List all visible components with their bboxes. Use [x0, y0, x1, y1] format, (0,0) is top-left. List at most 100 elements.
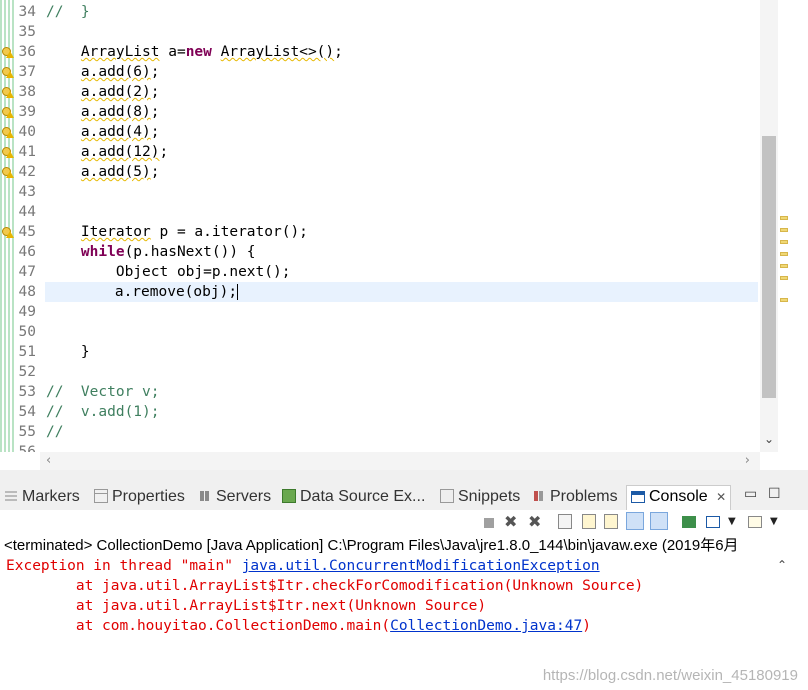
maximize-icon[interactable]: ☐ [768, 486, 781, 502]
editor-vertical-scrollbar[interactable]: ⌄ [760, 0, 778, 452]
quick-fix-warning-icon[interactable] [2, 87, 14, 98]
close-icon[interactable]: ✕ [716, 490, 726, 504]
quick-fix-warning-icon[interactable] [2, 127, 14, 138]
scrollbar-thumb[interactable] [762, 136, 776, 398]
code-token: new [185, 44, 212, 60]
code-line[interactable] [46, 302, 758, 322]
line-number: 35 [18, 24, 36, 40]
code-line[interactable]: a.add(2); [46, 82, 758, 102]
code-line[interactable]: while(p.hasNext()) { [46, 242, 758, 262]
quick-fix-warning-icon[interactable] [2, 107, 14, 118]
code-line[interactable]: Object obj=p.next(); [46, 262, 758, 282]
code-line[interactable]: Iterator p = a.iterator(); [46, 222, 758, 242]
open-console-icon[interactable] [748, 516, 762, 528]
overview-ruler[interactable] [778, 0, 790, 452]
overview-warning-mark[interactable] [780, 276, 788, 280]
scroll-up-icon[interactable]: ⌃ [774, 558, 790, 572]
tab-snippets[interactable]: Snippets [440, 486, 520, 508]
scroll-left-icon[interactable]: ‹ [46, 452, 51, 470]
quick-fix-warning-icon[interactable] [2, 147, 14, 158]
tab-servers[interactable]: Servers [200, 486, 271, 508]
terminate-icon[interactable] [484, 518, 494, 528]
code-token: ArrayList<>() [220, 44, 335, 60]
code-area[interactable]: // } ArrayList a=new ArrayList<>(); a.ad… [45, 0, 758, 452]
servers-icon [200, 489, 212, 503]
remove-launch-icon[interactable]: ✖ [504, 514, 520, 530]
code-token: (p.hasNext()) { [124, 244, 256, 260]
code-line[interactable]: // [46, 422, 758, 442]
code-token: // } [46, 4, 90, 20]
chevron-down-icon[interactable]: ▼ [770, 514, 786, 530]
overview-warning-mark[interactable] [780, 240, 788, 244]
line-number: 49 [18, 304, 36, 320]
exception-link[interactable]: java.util.ConcurrentModificationExceptio… [242, 558, 600, 574]
line-number: 50 [18, 324, 36, 340]
overview-warning-mark[interactable] [780, 252, 788, 256]
line-number: 36 [18, 44, 36, 60]
tab-problems[interactable]: Problems [532, 486, 618, 508]
code-line[interactable] [46, 322, 758, 342]
code-line[interactable]: a.add(6); [46, 62, 758, 82]
display-selected-console-icon[interactable] [706, 516, 720, 528]
line-number: 52 [18, 364, 36, 380]
line-number: 53 [18, 384, 36, 400]
word-wrap-icon[interactable] [604, 514, 618, 529]
quick-fix-warning-icon[interactable] [2, 67, 14, 78]
code-line[interactable] [46, 442, 758, 452]
code-line[interactable]: a.add(4); [46, 122, 758, 142]
scroll-lock-icon[interactable] [582, 514, 596, 529]
code-line[interactable]: ArrayList a=new ArrayList<>(); [46, 42, 758, 62]
code-line[interactable]: } [46, 342, 758, 362]
console-output[interactable]: Exception in thread "main" java.util.Con… [0, 556, 808, 690]
code-line[interactable] [46, 202, 758, 222]
editor-horizontal-scrollbar[interactable]: ‹ › [40, 452, 760, 470]
line-number: 54 [18, 404, 36, 420]
code-editor[interactable]: 34 35 36 37 38 39 40 41 42 43 44 45 46 47 48 49 50 51 52 53… [0, 0, 808, 452]
show-console-on-stdout-icon[interactable] [626, 512, 644, 530]
code-line[interactable]: // v.add(1); [46, 402, 758, 422]
tab-console[interactable]: Console ✕ [626, 485, 732, 511]
overview-warning-mark[interactable] [780, 298, 788, 302]
code-line[interactable]: // Vector v; [46, 382, 758, 402]
chevron-down-icon[interactable]: ▼ [728, 514, 744, 530]
quick-fix-warning-icon[interactable] [2, 227, 14, 238]
show-console-on-stderr-icon[interactable] [650, 512, 668, 530]
overview-warning-mark[interactable] [780, 216, 788, 220]
panel-sash[interactable] [0, 470, 808, 482]
code-token: ); [219, 284, 238, 300]
quick-fix-warning-icon[interactable] [2, 167, 14, 178]
markers-icon [4, 489, 18, 503]
code-line[interactable]: a.remove(obj); [45, 282, 758, 302]
tab-data-source-explorer[interactable]: Data Source Ex... [282, 486, 425, 508]
code-line[interactable]: a.add(8); [46, 102, 758, 122]
code-line[interactable]: // } [46, 2, 758, 22]
code-line[interactable] [46, 182, 758, 202]
code-token: // v.add(1); [46, 404, 160, 420]
code-token: Iterator [80, 224, 151, 240]
pin-console-icon[interactable] [682, 516, 696, 528]
quick-fix-warning-icon[interactable] [2, 47, 14, 58]
line-number: 47 [18, 264, 36, 280]
scroll-down-icon[interactable]: ⌄ [762, 432, 776, 446]
source-link[interactable]: CollectionDemo.java:47 [390, 618, 582, 634]
code-line[interactable]: a.add(12); [46, 142, 758, 162]
code-token: a.add(2) [80, 84, 151, 100]
code-line[interactable] [46, 362, 758, 382]
code-line[interactable]: a.add(5); [46, 162, 758, 182]
clear-console-icon[interactable] [558, 514, 572, 529]
data-source-icon [282, 489, 296, 503]
scroll-right-icon[interactable]: › [745, 452, 750, 470]
tab-properties[interactable]: Properties [94, 486, 185, 508]
line-number: 55 [18, 424, 36, 440]
minimize-icon[interactable]: ▭ [744, 486, 757, 502]
remove-all-terminated-icon[interactable]: ✖ [528, 514, 544, 530]
overview-warning-mark[interactable] [780, 264, 788, 268]
code-line[interactable] [46, 22, 758, 42]
line-number: 44 [18, 204, 36, 220]
overview-warning-mark[interactable] [780, 228, 788, 232]
tab-markers[interactable]: Markers [4, 486, 80, 508]
